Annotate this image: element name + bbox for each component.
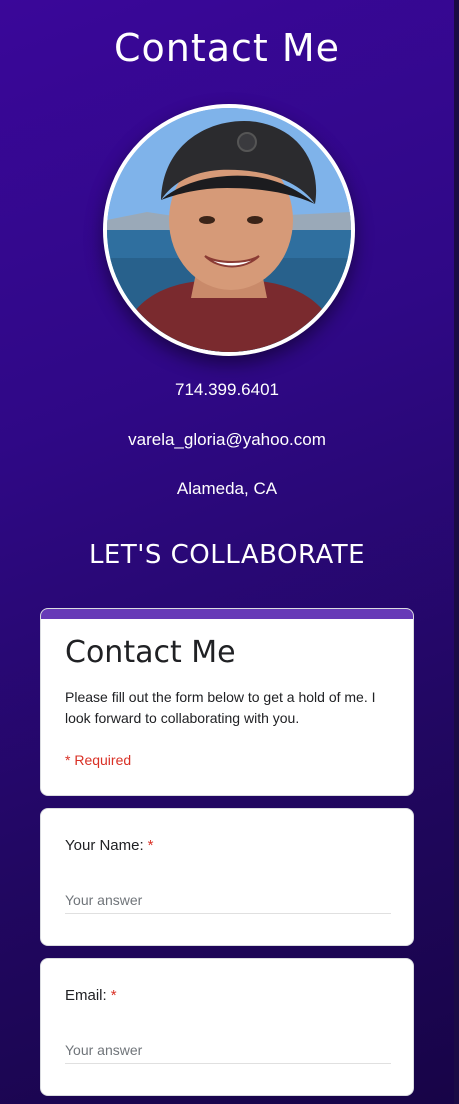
- form-title: Contact Me: [65, 635, 236, 670]
- required-asterisk: *: [110, 987, 117, 1004]
- question-label-text: Your Name:: [65, 837, 144, 854]
- question-card-name: Your Name: *: [40, 808, 414, 946]
- question-label: Your Name: *: [65, 837, 154, 854]
- contact-phone[interactable]: 714.399.6401: [0, 380, 454, 400]
- avatar: [103, 104, 355, 356]
- required-asterisk: *: [147, 837, 154, 854]
- question-label: Email: *: [65, 987, 117, 1004]
- profile-photo: [107, 108, 351, 352]
- page-edge-divider: [454, 0, 459, 1104]
- form-description: Please fill out the form below to get a …: [65, 689, 376, 726]
- email-field[interactable]: [65, 1037, 391, 1064]
- collaborate-heading: LET'S COLLABORATE: [88, 540, 366, 570]
- required-note: * Required: [65, 752, 132, 768]
- question-label-text: Email:: [65, 987, 107, 1004]
- contact-email[interactable]: varela_gloria@yahoo.com: [0, 430, 454, 450]
- name-field[interactable]: [65, 887, 391, 914]
- contact-location: Alameda, CA: [176, 479, 278, 498]
- question-card-email: Email: *: [40, 958, 414, 1096]
- page-title: Contact Me: [113, 26, 341, 70]
- form-header-card: Contact Me Please fill out the form belo…: [40, 608, 414, 796]
- form-accent-bar: [41, 609, 413, 619]
